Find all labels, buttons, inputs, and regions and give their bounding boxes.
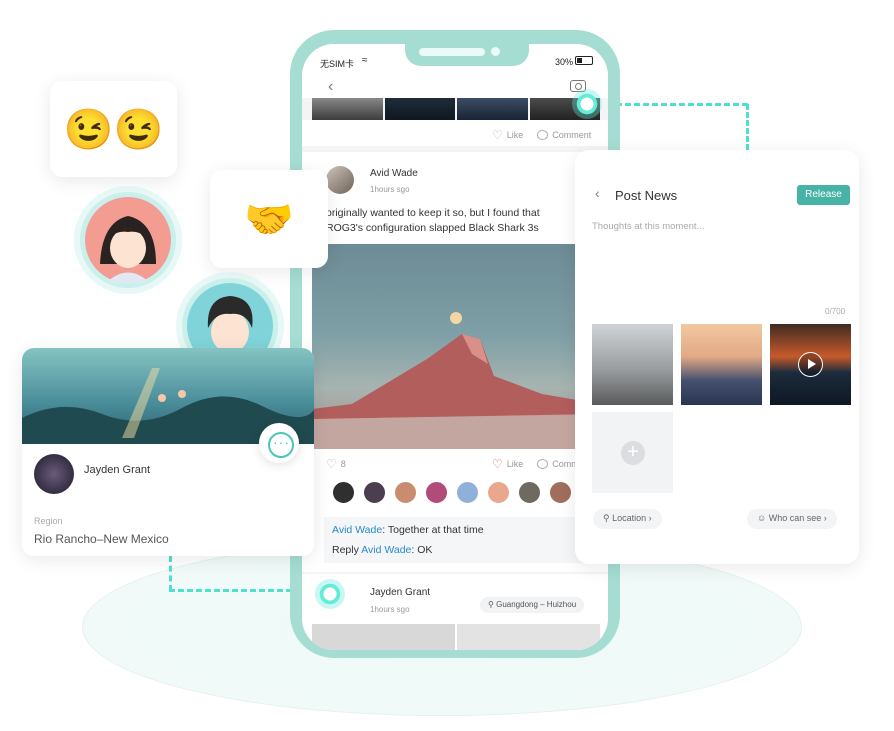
liker-avatar[interactable]	[425, 481, 448, 504]
comment-button[interactable]: Comm	[537, 459, 579, 469]
photo-thumbnail[interactable]	[681, 324, 762, 405]
plus-icon: +	[621, 441, 645, 465]
profile-name: Jayden Grant	[84, 464, 151, 476]
reply-prefix: Reply	[332, 544, 362, 556]
liker-avatar[interactable]	[518, 481, 541, 504]
post-photo[interactable]	[457, 624, 600, 650]
comment-user[interactable]: Avid Wade	[361, 544, 411, 556]
heart-icon: ♡	[492, 128, 503, 142]
post-actions-right: ♡ Like Comm	[492, 457, 579, 471]
comment-icon	[537, 459, 549, 469]
comment-user[interactable]: Avid Wade	[332, 524, 382, 536]
wink-emoji-icon: 😉	[113, 107, 164, 152]
like-button[interactable]: ♡ Like	[492, 457, 523, 471]
wifi-icon: ≈	[362, 55, 368, 66]
previous-post-footer: ♡ Like Comment	[302, 120, 608, 146]
comment-list: Avid Wade: Together at that time Reply A…	[324, 517, 594, 563]
panel-title: Post News	[615, 188, 678, 203]
avatar-ring	[80, 192, 176, 288]
comment-label: Comment	[552, 130, 592, 140]
region-label: Region	[34, 516, 63, 526]
comment-button[interactable]: Comment	[537, 130, 591, 140]
post-news-panel: ‹ Post News Release Thoughts at this mom…	[575, 150, 859, 564]
heart-icon: ♡	[492, 457, 503, 471]
wink-emoji-card: 😉 😉	[50, 81, 177, 177]
carrier-label: 无SIM卡	[320, 59, 355, 69]
battery-percent: 30%	[555, 57, 574, 67]
liker-avatar[interactable]	[363, 481, 386, 504]
region-value: Rio Rancho–New Mexico	[34, 532, 169, 546]
liker-avatar[interactable]	[549, 481, 572, 504]
heart-icon: ♡	[326, 457, 337, 471]
post-photo[interactable]	[312, 624, 455, 650]
profile-avatar[interactable]	[34, 454, 74, 494]
photo-thumbnail[interactable]	[592, 324, 673, 405]
post-time: 1hours sgo	[370, 185, 410, 194]
like-count[interactable]: ♡ 8	[326, 457, 346, 471]
girl-avatar	[85, 197, 171, 283]
liker-avatar[interactable]	[456, 481, 479, 504]
back-icon[interactable]: ‹	[595, 185, 600, 201]
location-label: Location	[612, 513, 647, 523]
liker-avatar[interactable]	[332, 481, 355, 504]
visibility-button[interactable]: ☺ Who can see ›	[747, 509, 837, 529]
post-author[interactable]: Jayden Grant	[370, 587, 430, 598]
previous-post-images[interactable]	[312, 98, 600, 120]
phone-notch	[405, 40, 529, 66]
chat-icon: ···	[273, 434, 290, 450]
like-button[interactable]: ♡ Like	[492, 128, 523, 142]
connector-node	[572, 89, 602, 119]
comment-text: : OK	[411, 544, 433, 556]
chat-button[interactable]: ···	[259, 423, 299, 463]
connector-line	[598, 103, 748, 106]
like-count-value: 8	[340, 459, 346, 469]
play-icon[interactable]	[798, 352, 823, 377]
comment-item: Reply Avid Wade: OK	[332, 540, 586, 560]
battery-icon	[575, 56, 593, 65]
comment-item: Avid Wade: Together at that time	[332, 520, 586, 540]
back-icon[interactable]: ‹	[328, 78, 333, 96]
location-tag-label: Guangdong – Huizhou	[496, 600, 577, 609]
liker-avatar[interactable]	[394, 481, 417, 504]
nav-bar: ‹	[302, 78, 608, 98]
visibility-label: Who can see	[768, 513, 822, 523]
post-photo[interactable]	[312, 244, 600, 449]
add-photo-button[interactable]: +	[592, 412, 673, 493]
connector-line	[746, 104, 749, 150]
connector-node	[315, 579, 345, 609]
liker-avatar[interactable]	[487, 481, 510, 504]
post-text-line: ROG3's configuration slapped Black Shark…	[326, 222, 539, 234]
avatar[interactable]	[326, 166, 354, 194]
handshake-emoji-card: 🤝	[210, 170, 328, 268]
phone-screen: 无SIM卡 ≈ 30% ‹ ♡ Like Comment Avid Wade 1h…	[302, 44, 608, 650]
liker-avatars	[332, 481, 572, 504]
handshake-icon: 🤝	[244, 197, 294, 242]
wink-emoji-icon: 😉	[63, 107, 114, 152]
like-label: Like	[506, 459, 524, 469]
release-button[interactable]: Release	[797, 185, 850, 205]
comment-text: : Together at that time	[382, 524, 484, 536]
post-actions: ♡ 8	[326, 457, 346, 471]
location-tag[interactable]: ⚲ Guangdong – Huizhou	[480, 597, 585, 613]
char-counter: 0/700	[825, 307, 846, 316]
post-author[interactable]: Avid Wade	[370, 168, 418, 179]
video-thumbnail[interactable]	[770, 324, 851, 405]
connector-line	[169, 556, 172, 591]
thoughts-input[interactable]: Thoughts at this moment...	[592, 221, 704, 232]
post-time: 1hours sgo	[370, 605, 410, 614]
post-text-line: originally wanted to keep it so, but I f…	[326, 207, 540, 219]
location-button[interactable]: ⚲ Location ›	[593, 509, 662, 529]
like-label: Like	[506, 130, 524, 140]
comment-icon	[537, 130, 549, 140]
